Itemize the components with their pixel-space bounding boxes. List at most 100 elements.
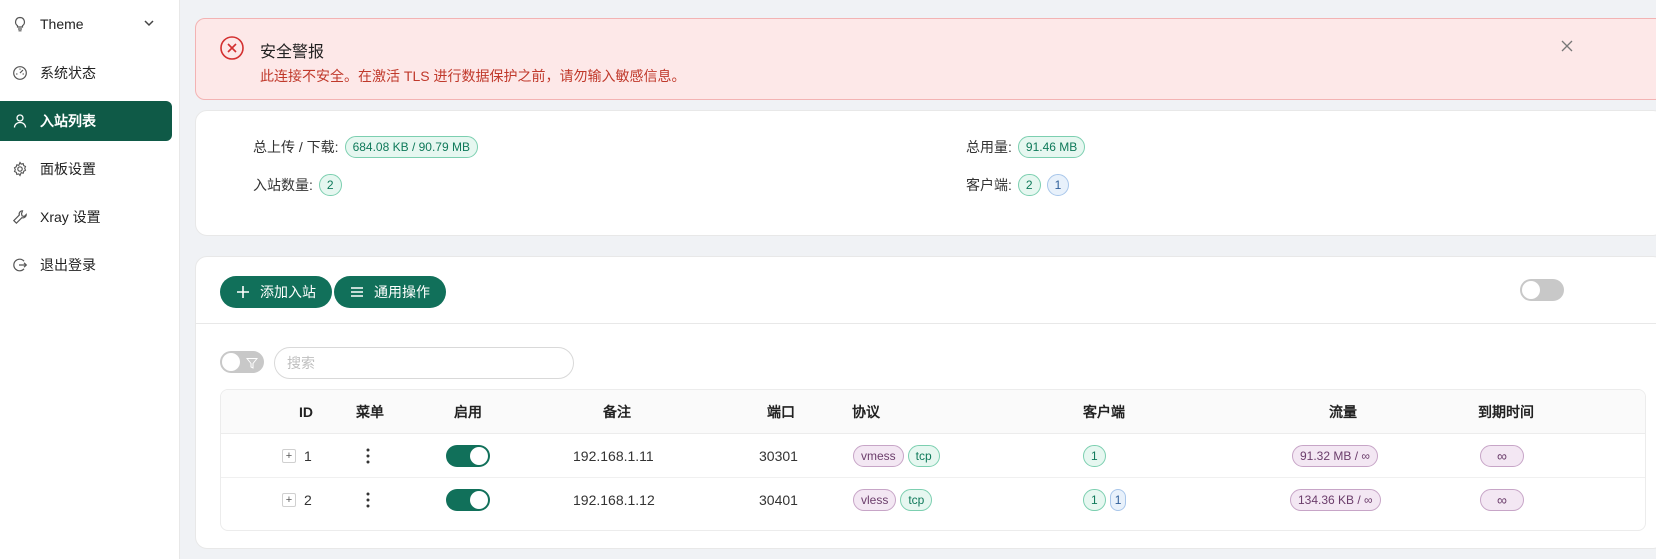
protocol-badge: vmess [853,445,904,467]
general-actions-button[interactable]: 通用操作 [334,276,446,308]
sidebar-item-label: 系统状态 [40,65,96,81]
search-input[interactable] [274,347,574,379]
expiry-badge: ∞ [1480,445,1524,467]
column-header-expiry: 到期时间 [1478,404,1534,420]
sidebar-item-xray-settings[interactable]: Xray 设置 [0,197,172,237]
stat-label: 总用量: [966,139,1012,155]
logout-icon [12,257,28,273]
id-cell: + 2 [282,478,312,522]
row-menu[interactable] [360,478,376,522]
bulb-icon [12,16,28,32]
expiry-cell: ∞ [1480,434,1528,478]
column-header-enable: 启用 [454,404,482,420]
tool-icon [12,209,28,225]
user-icon [12,113,28,129]
stat-badge: 91.46 MB [1017,136,1086,158]
sidebar-item-theme[interactable]: Theme [0,4,172,44]
auto-refresh-toggle[interactable] [1520,279,1564,301]
column-header-protocol: 协议 [852,404,880,420]
clients-badge: 1 [1083,489,1106,511]
close-icon[interactable] [1560,39,1574,53]
traffic-cell: 91.32 MB / ∞ [1292,434,1382,478]
alert-title: 安全警报 [260,44,325,61]
stat-badge: 684.08 KB / 90.79 MB [344,136,478,158]
add-inbound-label: 添加入站 [260,284,316,300]
sidebar-item-inbounds[interactable]: 入站列表 [0,101,172,141]
more-vertical-icon[interactable] [360,490,376,510]
add-inbound-button[interactable]: 添加入站 [220,276,332,308]
row-remark: 192.168.1.12 [573,492,655,508]
stat-badge: 2 [318,174,342,196]
error-circle-icon [220,36,244,60]
protocol-cell: vmess tcp [853,434,944,478]
traffic-badge: 91.32 MB / ∞ [1292,445,1378,467]
sidebar-item-label: 入站列表 [40,113,96,129]
sidebar-item-system-status[interactable]: 系统状态 [0,53,172,93]
row-id: 2 [304,492,312,508]
expiry-badge: ∞ [1480,489,1524,511]
divider [196,323,1656,324]
sidebar-item-label: Theme [40,16,84,32]
stat-badge: 1 [1046,174,1070,196]
sidebar-item-logout[interactable]: 退出登录 [0,245,172,285]
clients-extra-badge: 1 [1109,489,1127,511]
row-port: 30401 [759,492,798,508]
clients-cell: 1 1 [1083,478,1130,522]
column-header-traffic: 流量 [1329,404,1357,420]
stat-total-usage: 总用量: 91.46 MB [966,136,1086,158]
enable-switch[interactable] [446,445,490,467]
column-header-port: 端口 [767,404,795,420]
expiry-cell: ∞ [1480,478,1528,522]
table-row: + 1 192.168.1.11 30301 vmess tcp 1 91.32 [221,434,1645,478]
network-badge: tcp [900,489,933,511]
chevron-down-icon [142,16,156,30]
stat-total-updown: 总上传 / 下载: 684.08 KB / 90.79 MB [253,136,478,158]
traffic-badge: 134.36 KB / ∞ [1290,489,1381,511]
row-id: 1 [304,448,312,464]
table-header: ID 菜单 启用 备注 端口 协议 客户端 流量 到期时间 [221,390,1645,434]
sidebar-item-label: Xray 设置 [40,209,101,225]
table-row: + 2 192.168.1.12 30401 vless tcp 1 1 134… [221,478,1645,522]
security-alert: 安全警报 此连接不安全。在激活 TLS 进行数据保护之前，请勿输入敏感信息。 [195,18,1656,100]
gear-icon [12,161,28,177]
expand-icon[interactable]: + [282,449,296,463]
row-port: 30301 [759,448,798,464]
clients-cell: 1 [1083,434,1110,478]
sidebar-item-label: 面板设置 [40,161,96,177]
row-remark: 192.168.1.11 [573,448,654,464]
dashboard-icon [12,65,28,81]
general-actions-label: 通用操作 [374,284,430,300]
protocol-cell: vless tcp [853,478,936,522]
enable-cell [446,434,490,478]
sidebar-item-label: 退出登录 [40,257,96,273]
clients-badge: 1 [1083,445,1106,467]
column-header-remark: 备注 [603,404,631,420]
stat-label: 总上传 / 下载: [253,139,339,155]
row-menu[interactable] [360,434,376,478]
id-cell: + 1 [282,434,312,478]
more-vertical-icon[interactable] [360,446,376,466]
plus-icon [236,285,250,299]
column-header-clients: 客户端 [1083,404,1125,420]
stat-label: 入站数量: [253,177,313,193]
menu-icon [350,285,364,299]
enable-switch[interactable] [446,489,490,511]
column-header-menu: 菜单 [356,404,384,420]
filter-icon [245,356,259,369]
stat-clients: 客户端: 2 1 [966,174,1070,196]
inbounds-table: ID 菜单 启用 备注 端口 协议 客户端 流量 到期时间 + 1 192.16… [220,389,1646,531]
filter-toggle[interactable] [220,351,264,373]
expand-icon[interactable]: + [282,493,296,507]
stat-badge: 2 [1017,174,1041,196]
sidebar: Theme 系统状态 入站列表 面板设置 Xray 设置 退出登录 [0,0,180,559]
stat-inbound-count: 入站数量: 2 [253,174,342,196]
stats-card: 总上传 / 下载: 684.08 KB / 90.79 MB 总用量: 91.4… [195,110,1656,236]
enable-cell [446,478,490,522]
traffic-cell: 134.36 KB / ∞ [1290,478,1385,522]
stat-label: 客户端: [966,177,1012,193]
alert-message: 此连接不安全。在激活 TLS 进行数据保护之前，请勿输入敏感信息。 [260,68,686,84]
inbounds-card: 添加入站 通用操作 ID 菜单 启用 备注 端口 协议 客户端 流量 到期时间 [195,256,1656,549]
protocol-badge: vless [853,489,897,511]
network-badge: tcp [907,445,940,467]
sidebar-item-panel-settings[interactable]: 面板设置 [0,149,172,189]
